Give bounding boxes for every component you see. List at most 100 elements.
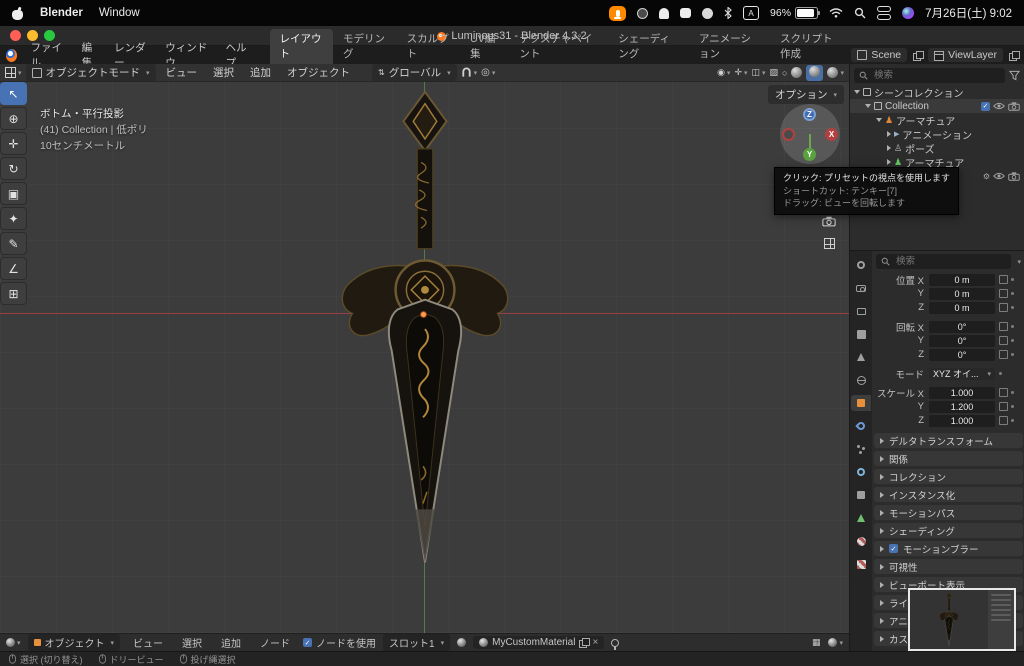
tab-physics[interactable]	[851, 464, 871, 480]
workspace-tab-modeling[interactable]: モデリング	[334, 29, 397, 64]
input-source-icon[interactable]: A	[743, 6, 760, 20]
motion-blur-checkbox[interactable]: ✓	[889, 544, 898, 553]
tab-tool[interactable]	[851, 257, 871, 273]
outliner-filter-icon[interactable]	[1009, 70, 1020, 81]
outliner-row-pose[interactable]: ♙ ポーズ	[850, 141, 1024, 156]
blender-logo-icon[interactable]	[6, 48, 18, 62]
bluetooth-icon[interactable]	[724, 7, 732, 19]
decorators[interactable]	[999, 336, 1014, 345]
decorators[interactable]	[999, 388, 1014, 397]
outliner-search-box[interactable]	[854, 68, 1005, 83]
sword-model[interactable]	[335, 88, 515, 578]
overlays-dropdown[interactable]: ◫ ▾	[752, 67, 766, 78]
material-selector[interactable]: MyCustomMaterial ×	[473, 636, 605, 649]
screen-mirroring-icon[interactable]	[637, 7, 649, 19]
decorators[interactable]	[999, 289, 1014, 298]
shading-material-button[interactable]	[806, 64, 824, 81]
tool-select-box[interactable]: ↖	[0, 82, 27, 105]
gizmo-axis-x[interactable]: X	[825, 128, 838, 141]
unlink-material-icon[interactable]: ×	[592, 637, 598, 648]
workspace-tab-texture-paint[interactable]: テクスチャペイント	[510, 29, 608, 64]
proportional-editing-toggle[interactable]: ◎ ▾	[481, 67, 495, 78]
field-value[interactable]: 0°	[929, 320, 995, 333]
ghost-app-icon[interactable]	[659, 7, 670, 19]
snapping-toggle[interactable]: ▾	[461, 67, 477, 78]
shading-wireframe-button[interactable]: ○	[782, 68, 787, 78]
tool-transform[interactable]: ✦	[0, 207, 27, 230]
mode-dropdown[interactable]: オブジェクトモード ▾	[25, 64, 156, 81]
section-motion-paths[interactable]: モーションパス	[874, 505, 1023, 520]
new-scene-icon[interactable]	[913, 50, 925, 61]
workspace-tab-animation[interactable]: アニメーション	[690, 29, 770, 64]
tab-render[interactable]	[851, 280, 871, 296]
expand-icon[interactable]	[854, 90, 860, 94]
field-value[interactable]: 0 m	[929, 287, 995, 300]
hide-eye-icon[interactable]	[993, 102, 1005, 110]
tab-scene[interactable]	[851, 349, 871, 365]
workspace-tab-scripting[interactable]: スクリプト作成	[771, 29, 851, 64]
decorators[interactable]	[999, 303, 1014, 312]
field-value[interactable]: 0 m	[929, 273, 995, 286]
field-value[interactable]: 0°	[929, 348, 995, 361]
menubar-clock[interactable]: 7月26日(土) 9:02	[925, 5, 1012, 21]
shader-type-dropdown[interactable]: オブジェクト ▾	[27, 634, 121, 651]
workspace-tab-uv[interactable]: UV編集	[461, 29, 509, 64]
properties-search-input[interactable]	[894, 255, 1007, 268]
decorators[interactable]	[999, 275, 1014, 284]
decorators[interactable]	[999, 322, 1014, 331]
expand-icon[interactable]	[887, 131, 891, 137]
field-value[interactable]: 1.000	[929, 386, 995, 399]
expand-icon[interactable]	[876, 118, 882, 122]
options-dropdown[interactable]: オプション ▾	[767, 85, 844, 104]
workspace-tab-sculpting[interactable]: スカルプト	[398, 29, 461, 64]
section-relations[interactable]: 関係	[874, 451, 1023, 466]
snap-node-icon[interactable]: ▦	[812, 637, 821, 648]
siri-icon[interactable]	[902, 7, 915, 19]
disable-render-camera-icon[interactable]	[1008, 172, 1020, 181]
section-shading[interactable]: シェーディング	[874, 523, 1023, 538]
properties-options-chevron[interactable]: ▾	[1017, 258, 1021, 266]
shading-rendered-button[interactable]: ▾	[827, 67, 844, 78]
rotation-mode-dropdown[interactable]: XYZ オイ... ▾	[929, 367, 995, 380]
menubar-app-name[interactable]: Blender	[40, 7, 83, 19]
tool-scale[interactable]: ▣	[0, 182, 27, 205]
shader-menu-view[interactable]: ビュー	[127, 635, 169, 650]
battery-indicator[interactable]: 96%	[770, 7, 821, 19]
transform-orientation-dropdown[interactable]: ⇅ グローバル ▾	[372, 64, 457, 81]
camera-view-button[interactable]	[820, 212, 838, 230]
field-value[interactable]: 0°	[929, 334, 995, 347]
properties-search-box[interactable]	[876, 254, 1012, 269]
chat-app-icon[interactable]	[680, 8, 692, 18]
shader-editor-type-selector[interactable]: ▾	[6, 638, 21, 647]
scene-selector[interactable]: Scene	[851, 48, 908, 62]
tool-annotate[interactable]: ✎	[0, 232, 27, 255]
tab-material[interactable]	[851, 533, 871, 549]
paw-app-icon[interactable]	[702, 7, 714, 19]
hide-eye-icon[interactable]	[993, 172, 1005, 180]
pip-preview-window[interactable]	[908, 588, 1016, 651]
viewport-menu-view[interactable]: ビュー	[160, 65, 204, 80]
field-value[interactable]: 1.000	[929, 414, 995, 427]
section-motion-blur[interactable]: ✓ モーションブラー	[874, 541, 1023, 556]
outliner-row-scene-collection[interactable]: シーンコレクション	[850, 85, 1024, 100]
menubar-window-menu[interactable]: Window	[99, 7, 140, 19]
disable-render-camera-icon[interactable]	[1008, 102, 1020, 111]
view-layer-selector[interactable]: ViewLayer	[928, 48, 1003, 62]
decorators[interactable]	[999, 372, 1002, 375]
section-instancing[interactable]: インスタンス化	[874, 487, 1023, 502]
tool-measure[interactable]: ∠	[0, 257, 27, 280]
spotlight-search-icon[interactable]	[854, 7, 866, 19]
toggle-ortho-button[interactable]	[820, 234, 838, 252]
wifi-icon[interactable]	[829, 8, 843, 18]
navigation-gizmo[interactable]: Z Y X	[780, 104, 840, 164]
workspace-tab-shading[interactable]: シェーディング	[609, 29, 689, 64]
collection-checkbox[interactable]: ✓	[981, 101, 990, 111]
gizmo-axis-y[interactable]: Y	[803, 148, 816, 161]
outliner-search-input[interactable]	[872, 69, 1000, 82]
control-center-icon[interactable]	[877, 6, 892, 20]
material-browse-icon[interactable]	[457, 638, 467, 647]
tab-world[interactable]	[851, 372, 871, 388]
gizmos-dropdown[interactable]: ✛ ▾	[734, 67, 747, 78]
outliner-row-animation[interactable]: ▶ アニメーション	[850, 127, 1024, 142]
tool-add-cube[interactable]: ⊞	[0, 282, 27, 305]
